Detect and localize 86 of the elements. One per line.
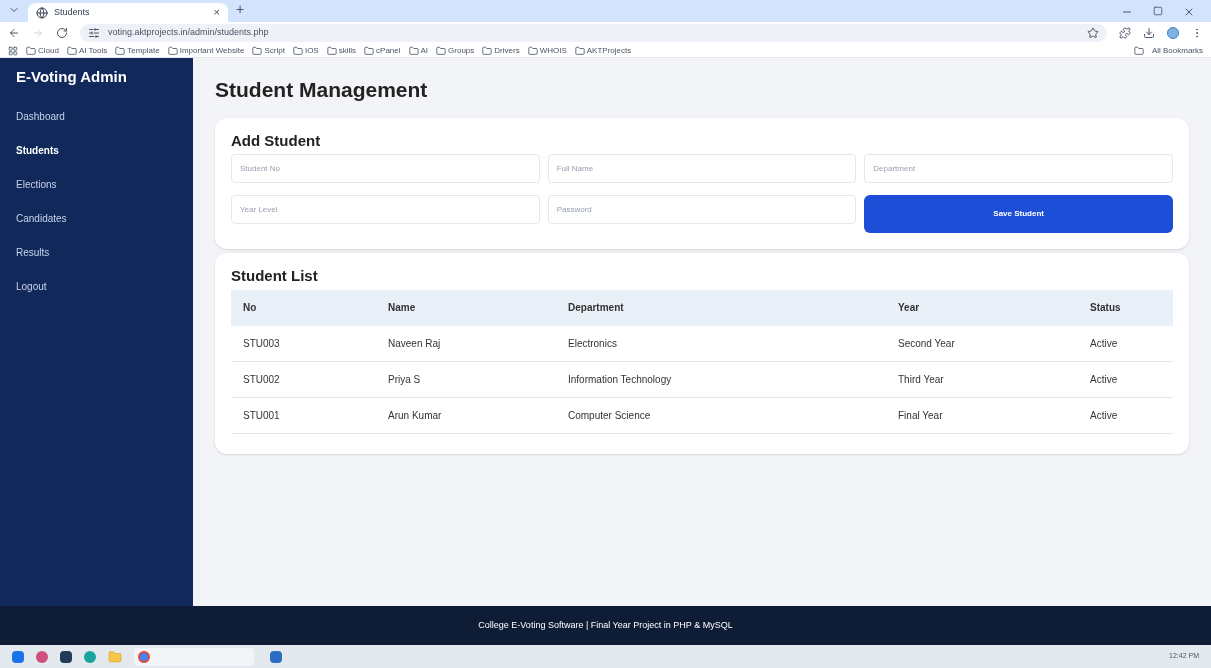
- profile-avatar[interactable]: [1167, 27, 1179, 39]
- folder-icon: [482, 45, 493, 56]
- folder-icon: [167, 45, 178, 56]
- input-field[interactable]: Password: [547, 195, 857, 224]
- extensions-icon[interactable]: [1119, 27, 1131, 39]
- bookmark-item[interactable]: cPanel: [376, 46, 401, 55]
- table-cell: STU003: [231, 325, 376, 362]
- bookmark-item[interactable]: AI Tools: [78, 46, 108, 55]
- tab-title: Students: [54, 5, 91, 19]
- close-icon[interactable]: [1183, 6, 1195, 18]
- table-cell: Electronics: [556, 325, 886, 362]
- column-header: Name: [376, 289, 556, 326]
- page-title: Student Management: [215, 77, 429, 103]
- reload-icon[interactable]: [56, 27, 68, 39]
- new-tab[interactable]: +: [236, 0, 245, 20]
- folder-icon: [1133, 45, 1144, 56]
- tab-close[interactable]: ×: [213, 4, 220, 21]
- column-header: No: [231, 289, 376, 326]
- download-icon[interactable]: [1143, 27, 1155, 39]
- sidebar-link[interactable]: Students: [16, 142, 177, 158]
- folder-icon: [26, 45, 36, 56]
- sidebar-link[interactable]: Candidates: [16, 210, 177, 226]
- folder-icon: [527, 45, 538, 56]
- table-cell: Third Year: [886, 361, 1078, 398]
- table-cell: Priya S: [376, 361, 556, 398]
- brand-title: E-Voting Admin: [16, 67, 128, 87]
- table-cell: Computer Science: [556, 397, 886, 434]
- site-info-icon[interactable]: [88, 27, 100, 39]
- sidebar-link[interactable]: Dashboard: [16, 108, 177, 124]
- bookmark-star-icon[interactable]: [1087, 27, 1099, 39]
- bookmark-item[interactable]: Important Website: [179, 46, 245, 55]
- app-icon[interactable]: [60, 650, 72, 663]
- table-cell: Active: [1078, 325, 1173, 362]
- app-icon: [270, 650, 282, 663]
- folder-icon: [408, 45, 419, 56]
- apps-icon[interactable]: [8, 45, 18, 56]
- folder-icon: [574, 45, 585, 56]
- bookmark-item[interactable]: Script: [264, 46, 285, 55]
- bookmark-item[interactable]: Groups: [448, 46, 475, 55]
- folder-icon: [66, 45, 77, 56]
- table-cell: Naveen Raj: [376, 325, 556, 362]
- card-title: Add Student: [231, 130, 322, 151]
- input-field[interactable]: Department: [864, 154, 1173, 183]
- address-bar[interactable]: voting.aktprojects.in/admin/students.php: [80, 24, 1107, 42]
- bookmark-item[interactable]: Cloud: [38, 46, 59, 55]
- table-cell: STU001: [231, 397, 376, 434]
- browser-tab[interactable]: Students ×: [28, 3, 228, 22]
- input-field[interactable]: Year Level: [231, 195, 540, 224]
- folder-icon: [364, 45, 375, 56]
- table-cell: STU002: [231, 361, 376, 398]
- table-cell: Arun Kumar: [376, 397, 556, 434]
- input-field[interactable]: Full Name: [547, 154, 857, 183]
- folder-icon: [436, 45, 447, 56]
- browser-icon: [138, 650, 150, 663]
- maximize-icon[interactable]: [1153, 6, 1163, 16]
- sidebar-link[interactable]: Results: [16, 244, 177, 260]
- sidebar-link[interactable]: Logout: [16, 278, 177, 294]
- taskbar-window[interactable]: [134, 647, 254, 666]
- save-student-button[interactable]: Save Student: [864, 195, 1173, 233]
- all-bookmarks[interactable]: All Bookmarks: [1151, 46, 1203, 55]
- folder-icon: [252, 45, 263, 56]
- bookmark-item[interactable]: AKTProjects: [586, 46, 632, 55]
- input-field[interactable]: Student No: [231, 154, 540, 183]
- sidebar-link[interactable]: Elections: [16, 176, 177, 192]
- bookmark-item[interactable]: WHOIS: [539, 46, 567, 55]
- table-cell: Final Year: [886, 397, 1078, 434]
- card-title: Student List: [231, 266, 319, 286]
- bookmark-item[interactable]: Template: [127, 46, 160, 55]
- footer-text: College E-Voting Software | Final Year Project in PHP & MySQL: [478, 618, 733, 632]
- bookmark-item[interactable]: Drivers: [494, 46, 520, 55]
- table-cell: Active: [1078, 397, 1173, 434]
- globe-icon: [36, 6, 48, 19]
- column-header: Year: [886, 289, 1078, 326]
- folder-icon: [292, 45, 303, 56]
- column-header: Status: [1078, 289, 1173, 326]
- table-cell: Active: [1078, 361, 1173, 398]
- table-cell: Information Technology: [556, 361, 886, 398]
- column-header: Department: [556, 289, 886, 326]
- table-cell: Second Year: [886, 325, 1078, 362]
- folder-icon: [115, 45, 126, 56]
- bookmark-item[interactable]: AI: [420, 46, 429, 55]
- url-text: voting.aktprojects.in/admin/students.php: [108, 26, 269, 40]
- back-icon[interactable]: [8, 27, 20, 39]
- folder-icon: [326, 45, 337, 56]
- bookmark-item[interactable]: IOS: [304, 46, 319, 55]
- bookmark-item[interactable]: skills: [338, 46, 357, 55]
